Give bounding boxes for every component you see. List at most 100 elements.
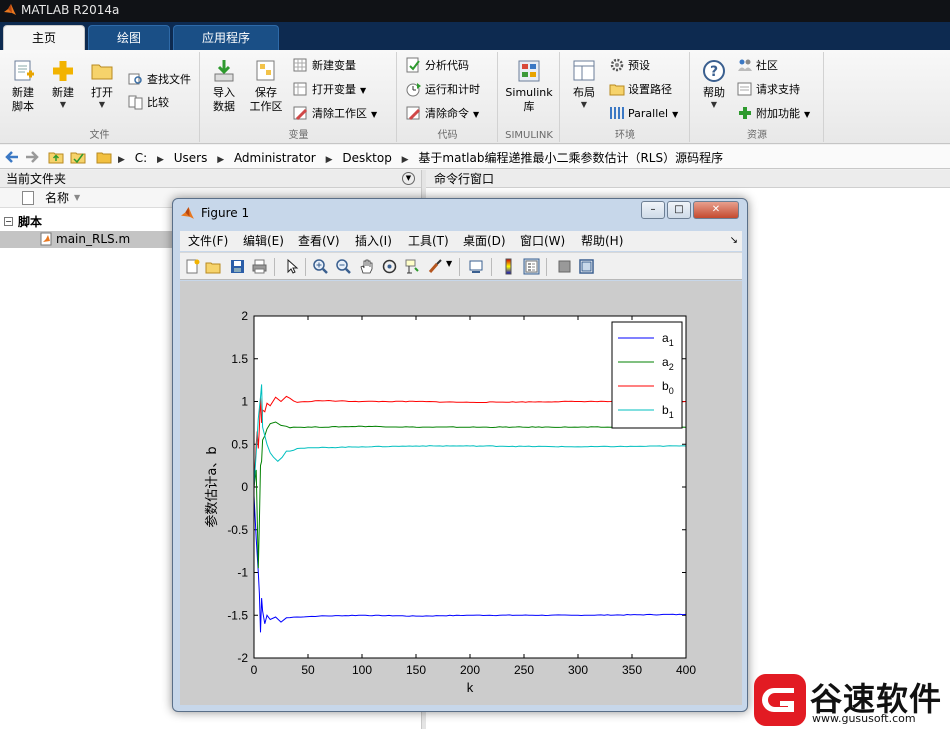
layout-button[interactable]: 布局 ▼: [561, 54, 607, 126]
tab-plots[interactable]: 绘图: [88, 25, 170, 50]
figure-title: Figure 1: [201, 206, 250, 220]
breadcrumb-separator: ▶: [118, 155, 125, 165]
open-folder-icon: [91, 64, 113, 80]
toolbar-separator: [459, 258, 460, 276]
menu-desktop[interactable]: 桌面(D): [463, 231, 506, 251]
compare-button[interactable]: 比较: [128, 93, 169, 113]
scripts-section-label: 脚本: [18, 215, 43, 229]
breadcrumb-users[interactable]: Users: [174, 151, 208, 165]
forward-arrow-icon[interactable]: [24, 149, 40, 165]
request-support-button[interactable]: 请求支持: [737, 80, 800, 100]
add-ons-button[interactable]: 附加功能 ▼: [737, 104, 810, 124]
save-icon[interactable]: [229, 258, 246, 275]
tab-home[interactable]: 主页: [3, 25, 85, 50]
menu-file[interactable]: 文件(F): [188, 231, 228, 251]
menu-edit[interactable]: 编辑(E): [243, 231, 284, 251]
menu-tools[interactable]: 工具(T): [408, 231, 449, 251]
hide-plot-tools-icon[interactable]: [556, 258, 573, 275]
pointer-icon[interactable]: [283, 258, 300, 275]
breadcrumb-desktop[interactable]: Desktop: [342, 151, 392, 165]
import-data-button[interactable]: 导入 数据: [201, 54, 247, 126]
maximize-button[interactable]: □: [667, 201, 691, 219]
chevron-down-icon: ▼: [473, 110, 480, 119]
tab-apps[interactable]: 应用程序: [173, 25, 279, 50]
print-icon[interactable]: [251, 258, 268, 275]
dock-figure-icon[interactable]: ↘: [730, 231, 738, 251]
environment-group-label: 环境: [615, 130, 635, 141]
clear-workspace-button[interactable]: 清除工作区 ▼: [293, 104, 377, 124]
import-data-icon: [214, 60, 234, 82]
colorbar-icon[interactable]: [500, 258, 517, 275]
parallel-button[interactable]: Parallel ▼: [609, 104, 678, 124]
figure-menu-bar: 文件(F) 编辑(E) 查看(V) 插入(I) 工具(T) 桌面(D) 窗口(W…: [180, 231, 742, 251]
file-group-label: 文件: [89, 130, 110, 141]
clear-commands-button[interactable]: 清除命令 ▼: [406, 104, 479, 124]
browse-folder-icon[interactable]: [70, 149, 86, 165]
new-figure-icon[interactable]: [184, 258, 201, 275]
breadcrumb: ▶ C: ▶ Users ▶ Administrator ▶ Desktop ▶…: [118, 149, 729, 166]
app-title-bar: MATLAB R2014a: [0, 0, 950, 22]
back-arrow-icon[interactable]: [4, 149, 20, 165]
open-file-icon[interactable]: [205, 258, 222, 275]
help-button[interactable]: ? 帮助 ▼: [691, 54, 737, 126]
matlab-logo-icon: [4, 4, 16, 15]
compare-label: 比较: [147, 96, 169, 109]
column-name-header[interactable]: 名称: [45, 188, 69, 208]
menu-help[interactable]: 帮助(H): [581, 231, 623, 251]
simulink-library-button[interactable]: Simulink 库: [505, 54, 553, 126]
save-workspace-button[interactable]: 保存 工作区: [243, 54, 289, 126]
preferences-button[interactable]: 预设: [609, 56, 650, 76]
request-support-label: 请求支持: [756, 83, 800, 96]
resources-group-label: 资源: [747, 130, 767, 141]
close-button[interactable]: ✕: [693, 201, 739, 219]
data-cursor-icon[interactable]: [404, 258, 421, 275]
up-folder-icon[interactable]: [48, 149, 64, 165]
breadcrumb-administrator[interactable]: Administrator: [234, 151, 316, 165]
y-tick-label: -1: [237, 566, 248, 580]
find-files-button[interactable]: 查找文件: [128, 70, 191, 90]
pan-hand-icon[interactable]: [358, 258, 375, 275]
show-plot-tools-icon[interactable]: [578, 258, 595, 275]
figure-title-bar[interactable]: Figure 1 – □ ✕: [173, 199, 747, 227]
simulink-library-icon: [518, 60, 540, 82]
resources-group: ? 帮助 ▼ 社区 请求支持 附加功能 ▼ 资源: [691, 52, 824, 142]
y-tick-label: 2: [241, 309, 248, 323]
open-button[interactable]: 打开 ▼: [79, 54, 125, 126]
run-and-time-button[interactable]: 运行和计时: [406, 80, 480, 100]
minimize-button[interactable]: –: [641, 201, 665, 219]
breadcrumb-separator: ▶: [401, 155, 409, 165]
y-tick-label: 1: [241, 395, 248, 409]
root-folder-icon: [96, 152, 112, 164]
legend-icon[interactable]: [523, 258, 540, 275]
menu-view[interactable]: 查看(V): [298, 231, 340, 251]
breadcrumb-separator: ▶: [325, 155, 333, 165]
sort-arrow-icon: ▼: [74, 193, 81, 202]
zoom-in-icon[interactable]: [312, 258, 329, 275]
analyze-code-icon: [406, 57, 420, 73]
set-path-button[interactable]: 设置路径: [609, 80, 672, 100]
brush-icon[interactable]: [427, 258, 444, 275]
breadcrumb-drive[interactable]: C:: [135, 151, 147, 165]
chevron-down-icon: ▼: [360, 86, 367, 95]
x-tick-label: 400: [676, 663, 696, 677]
collapse-toggle-icon[interactable]: −: [4, 217, 13, 226]
community-button[interactable]: 社区: [737, 56, 778, 76]
panel-menu-chevron-icon[interactable]: ▼: [402, 172, 415, 185]
breadcrumb-project-folder[interactable]: 基于matlab编程递推最小二乘参数估计（RLS）源码程序: [418, 151, 723, 165]
variable-group-label: 变量: [288, 130, 309, 141]
clear-commands-icon: [406, 106, 421, 121]
link-plot-icon[interactable]: [468, 258, 485, 275]
x-tick-label: 50: [301, 663, 315, 677]
rls-estimate-chart[interactable]: 0 50 100 150 200 250 300 350 400 -2 -1.5 -1 -0.5 0 0.5…: [180, 281, 742, 705]
open-variable-button[interactable]: 打开变量 ▼: [293, 80, 366, 100]
new-variable-button[interactable]: 新建变量: [293, 56, 356, 76]
analyze-code-button[interactable]: 分析代码: [406, 56, 469, 76]
file-group: 新建 脚本 新建 ▼ 打开 ▼ 查找文件 比较 文件: [0, 52, 200, 142]
zoom-out-icon[interactable]: [335, 258, 352, 275]
rotate-3d-icon[interactable]: [381, 258, 398, 275]
menu-window[interactable]: 窗口(W): [520, 231, 565, 251]
toolbar-separator: [274, 258, 275, 276]
menu-insert[interactable]: 插入(I): [355, 231, 392, 251]
watermark: 谷速软件 www.gususoft.com: [754, 672, 950, 729]
chevron-down-icon[interactable]: ▼: [446, 259, 452, 268]
